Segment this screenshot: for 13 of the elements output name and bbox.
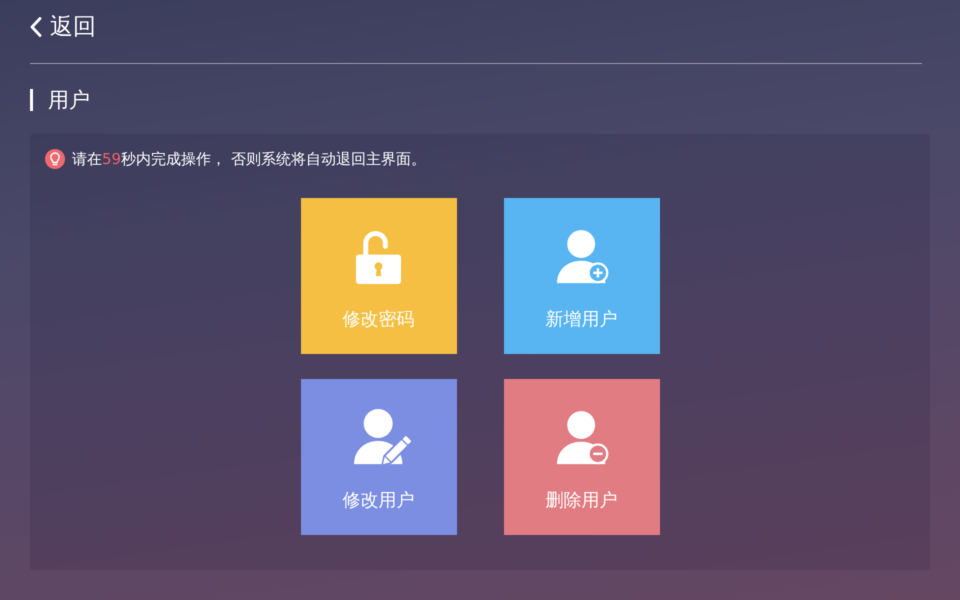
user-plus-icon <box>557 230 610 285</box>
countdown-notice: 请在59秒内完成操作， 否则系统将自动退回主界面。 <box>72 149 426 169</box>
lightbulb-icon <box>45 149 65 169</box>
chevron-left-icon <box>30 16 42 36</box>
edit-user-button[interactable]: 修改用户 <box>300 379 456 535</box>
change-password-button[interactable]: 修改密码 <box>300 198 456 354</box>
back-button[interactable]: 返回 <box>30 11 96 42</box>
user-pencil-icon <box>354 409 413 466</box>
delete-user-button[interactable]: 删除用户 <box>504 379 660 535</box>
section-title: 用户 <box>30 89 90 111</box>
user-minus-icon <box>557 411 610 466</box>
add-user-button[interactable]: 新增用户 <box>504 198 660 354</box>
unlocked-padlock-icon <box>355 230 402 285</box>
